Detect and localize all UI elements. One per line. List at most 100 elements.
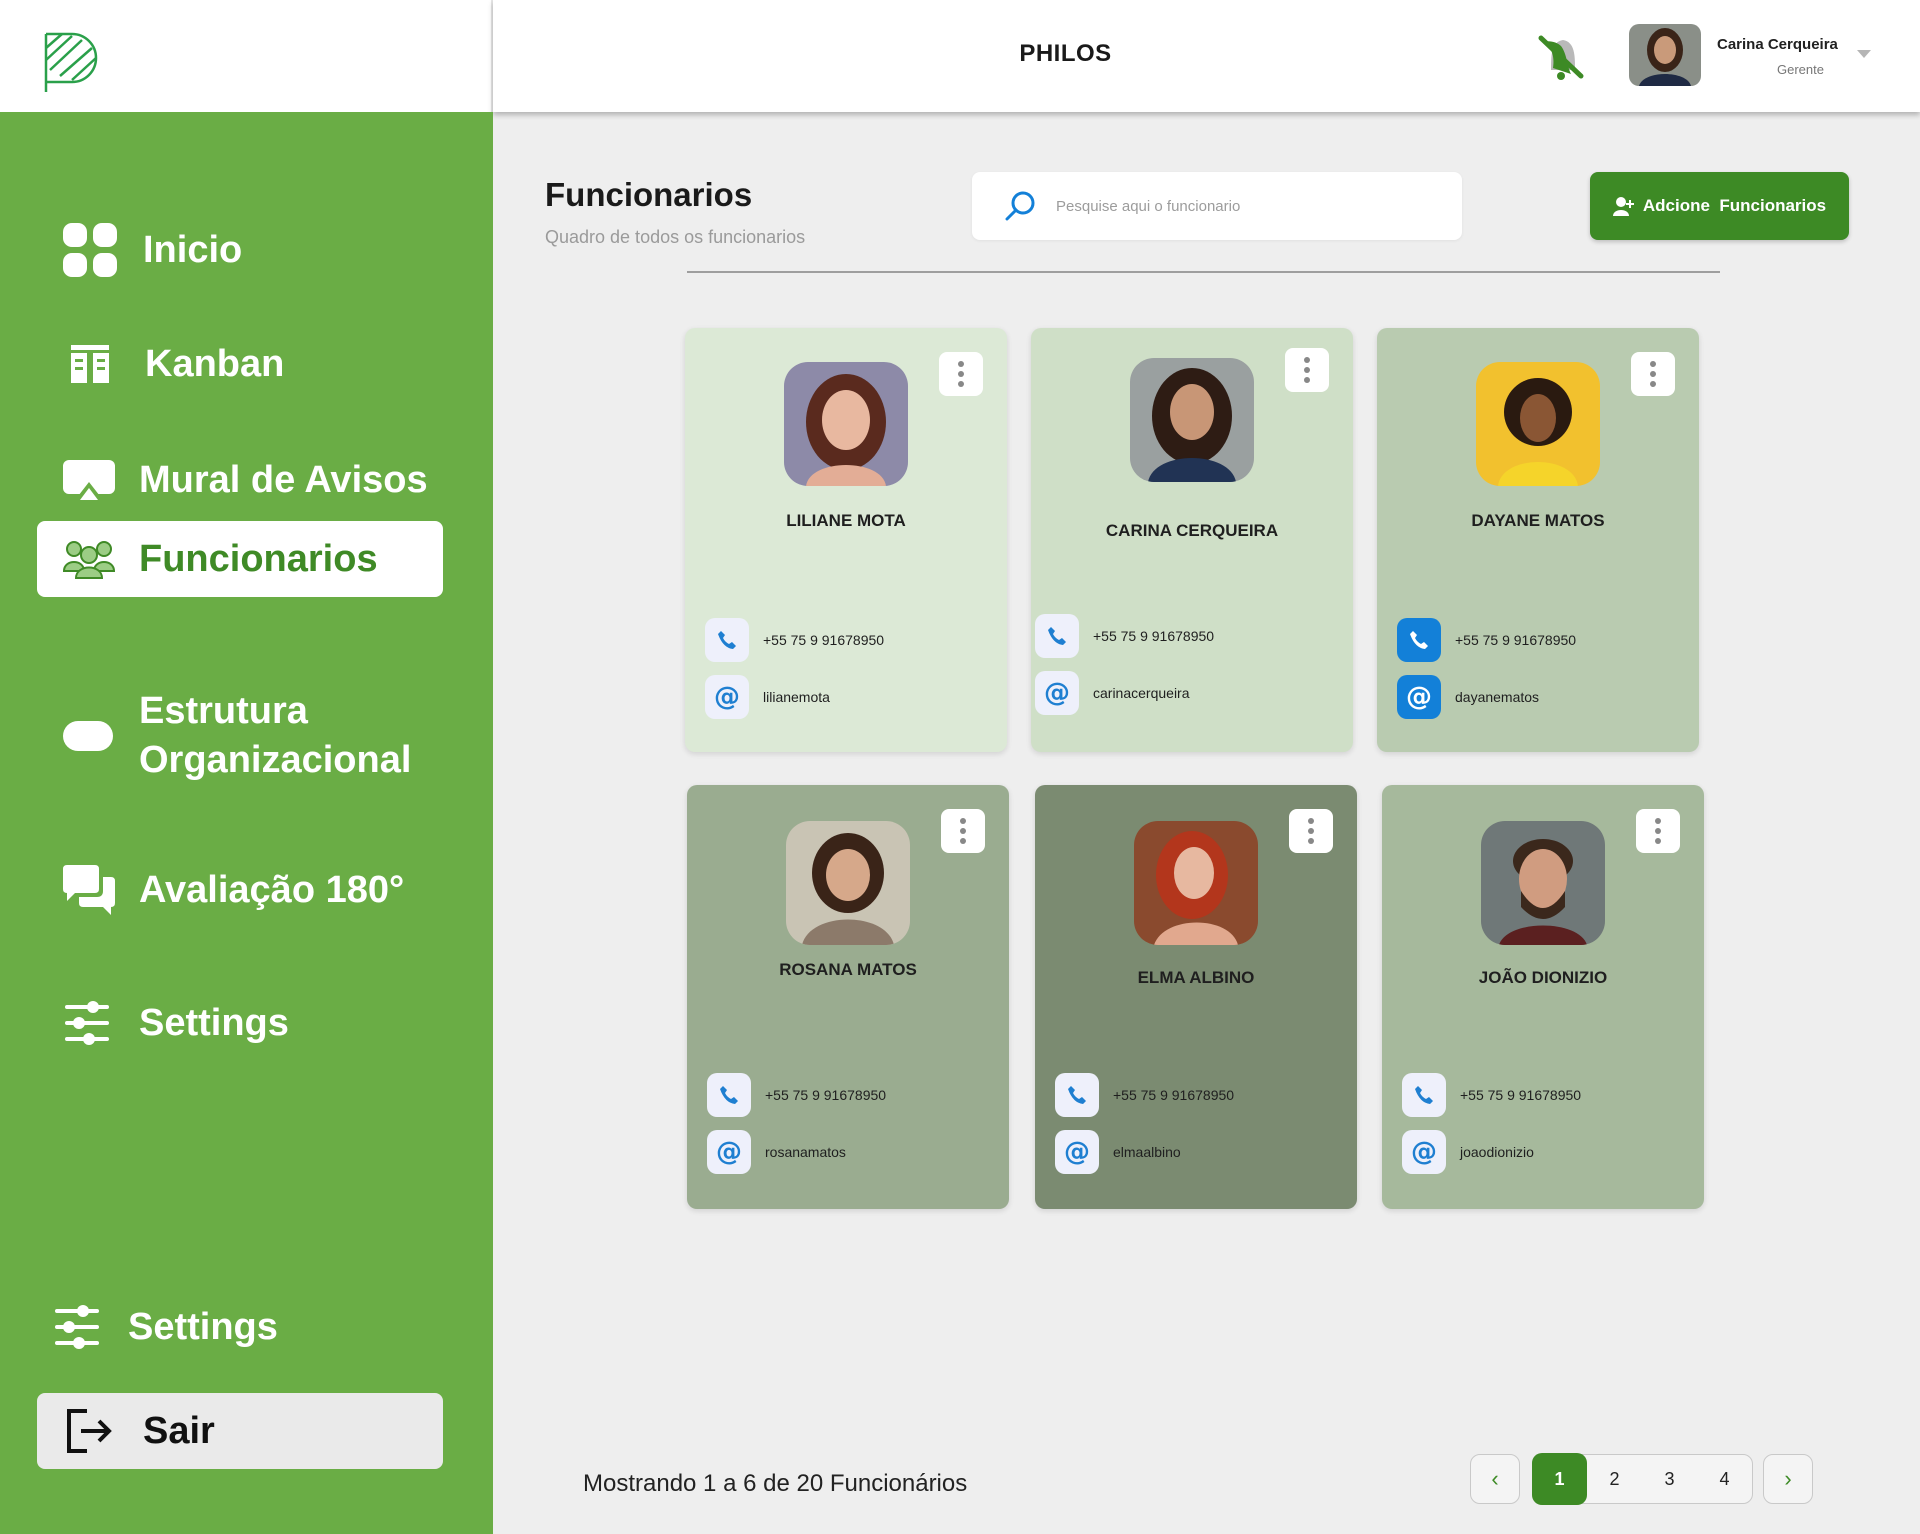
logout-label: Sair bbox=[143, 1409, 215, 1452]
phone-number: +55 75 9 91678950 bbox=[763, 632, 885, 648]
employee-name: JOÃO DIONIZIO bbox=[1478, 968, 1608, 987]
employee-email: @ rosanamatos bbox=[707, 1130, 846, 1174]
pill-icon bbox=[63, 721, 113, 751]
phone-icon[interactable] bbox=[1402, 1073, 1446, 1117]
phone-icon[interactable] bbox=[705, 618, 749, 662]
sidebar-item-kanban[interactable]: Kanban bbox=[37, 326, 443, 402]
notice-board-icon bbox=[63, 460, 115, 500]
at-icon[interactable]: @ bbox=[1397, 675, 1441, 719]
results-summary: Mostrando 1 a 6 de 20 Funcionários bbox=[583, 1470, 968, 1497]
employee-photo bbox=[1481, 821, 1605, 945]
page-4-button[interactable]: 4 bbox=[1697, 1454, 1752, 1504]
divider bbox=[687, 271, 1720, 273]
employee-email: @ carinacerqueira bbox=[1035, 671, 1190, 715]
page-2-button[interactable]: 2 bbox=[1587, 1454, 1642, 1504]
sidebar-item-estrutura[interactable]: Estrutura Organizacional bbox=[37, 674, 443, 798]
more-options-icon[interactable] bbox=[939, 352, 983, 396]
employee-name: CARINA CERQUEIRA bbox=[1105, 521, 1279, 540]
employee-card[interactable]: ROSANA MATOS +55 75 9 91678950 @ rosanam… bbox=[687, 785, 1009, 1209]
add-employee-label: Adcione Funcionarios bbox=[1642, 196, 1827, 215]
sidebar-item-funcionarios[interactable]: Funcionarios bbox=[37, 521, 443, 597]
sidebar-item-label: Funcionarios bbox=[139, 537, 378, 580]
at-icon[interactable]: @ bbox=[705, 675, 749, 719]
more-options-icon[interactable] bbox=[1631, 352, 1675, 396]
chevron-left-icon: ‹ bbox=[1491, 1466, 1499, 1491]
search-icon bbox=[1005, 191, 1035, 221]
more-options-icon[interactable] bbox=[941, 809, 985, 853]
page-3-button[interactable]: 3 bbox=[1642, 1454, 1697, 1504]
more-options-icon[interactable] bbox=[1289, 809, 1333, 853]
sidebar-item-label: Inicio bbox=[143, 228, 243, 271]
top-header: PHILOS Carina Cerqueira Gerente bbox=[493, 0, 1920, 112]
chevron-right-icon: › bbox=[1784, 1466, 1792, 1491]
employee-phone: +55 75 9 91678950 bbox=[1397, 618, 1576, 662]
at-icon[interactable]: @ bbox=[1402, 1130, 1446, 1174]
add-employee-button[interactable]: Adcione Funcionarios bbox=[1590, 172, 1849, 240]
more-options-icon[interactable] bbox=[1636, 809, 1680, 853]
logout-button[interactable]: Sair bbox=[37, 1393, 443, 1469]
users-icon bbox=[63, 541, 115, 579]
phone-icon[interactable] bbox=[1397, 618, 1441, 662]
sidebar-item-label: Avaliação 180° bbox=[139, 868, 405, 911]
username: carinacerqueira bbox=[1093, 685, 1190, 701]
sliders-icon bbox=[55, 1305, 99, 1349]
employee-photo bbox=[786, 821, 910, 945]
sidebar-item-label: Settings bbox=[128, 1305, 278, 1348]
employee-card[interactable]: ELMA ALBINO +55 75 9 91678950 @ elmaalbi… bbox=[1035, 785, 1357, 1209]
employee-phone: +55 75 9 91678950 bbox=[707, 1073, 886, 1117]
phone-number: +55 75 9 91678950 bbox=[1460, 1087, 1582, 1103]
chat-bubbles-icon bbox=[63, 865, 115, 915]
kanban-icon bbox=[71, 345, 109, 383]
user-role: Gerente bbox=[1777, 62, 1824, 77]
sidebar-bottom-settings[interactable]: Settings bbox=[37, 1289, 443, 1365]
at-icon[interactable]: @ bbox=[1055, 1130, 1099, 1174]
employee-phone: +55 75 9 91678950 bbox=[705, 618, 884, 662]
employee-email: @ elmaalbino bbox=[1055, 1130, 1181, 1174]
sidebar-item-label: Estrutura Organizacional bbox=[139, 690, 412, 781]
employee-name: LILIANE MOTA bbox=[786, 511, 906, 530]
employee-name: ROSANA MATOS bbox=[779, 960, 917, 979]
search-box[interactable] bbox=[972, 172, 1462, 240]
employee-email: @ lilianemota bbox=[705, 675, 830, 719]
bell-muted-icon[interactable] bbox=[1533, 30, 1589, 82]
employee-name: DAYANE MATOS bbox=[1471, 511, 1605, 530]
sidebar-item-settings[interactable]: Settings bbox=[37, 985, 443, 1061]
username: elmaalbino bbox=[1113, 1144, 1181, 1160]
more-options-icon[interactable] bbox=[1285, 348, 1329, 392]
user-name: Carina Cerqueira bbox=[1717, 36, 1838, 53]
sidebar-item-inicio[interactable]: Inicio bbox=[37, 212, 443, 288]
user-avatar[interactable] bbox=[1629, 24, 1701, 86]
username: joaodionizio bbox=[1460, 1144, 1534, 1160]
page-subtitle: Quadro de todos os funcionarios bbox=[545, 227, 806, 247]
employee-photo bbox=[1476, 362, 1600, 486]
username: lilianemota bbox=[763, 689, 830, 705]
page-title: Funcionarios bbox=[545, 176, 753, 213]
philos-logo-icon bbox=[44, 32, 98, 92]
at-icon[interactable]: @ bbox=[1035, 671, 1079, 715]
sliders-icon bbox=[65, 1001, 109, 1045]
chevron-down-icon[interactable] bbox=[1857, 50, 1871, 58]
next-page-button[interactable]: › bbox=[1763, 1454, 1813, 1504]
search-input[interactable] bbox=[1056, 192, 1436, 220]
phone-number: +55 75 9 91678950 bbox=[1113, 1087, 1235, 1103]
employee-email: @ joaodionizio bbox=[1402, 1130, 1534, 1174]
employee-card[interactable]: DAYANE MATOS +55 75 9 91678950 @ dayanem… bbox=[1377, 328, 1699, 752]
username: rosanamatos bbox=[765, 1144, 846, 1160]
pagination: ‹ 1 2 3 4 › bbox=[1470, 1453, 1813, 1505]
employee-card[interactable]: CARINA CERQUEIRA +55 75 9 91678950 @ car… bbox=[1031, 328, 1353, 752]
at-icon[interactable]: @ bbox=[707, 1130, 751, 1174]
username: dayanematos bbox=[1455, 689, 1540, 705]
sidebar-item-avaliacao[interactable]: Avaliação 180° bbox=[37, 852, 443, 928]
phone-number: +55 75 9 91678950 bbox=[1093, 628, 1215, 644]
employee-card[interactable]: LILIANE MOTA +55 75 9 91678950 @ liliane… bbox=[685, 328, 1007, 752]
employee-card[interactable]: JOÃO DIONIZIO +55 75 9 91678950 @ joaodi… bbox=[1382, 785, 1704, 1209]
phone-icon[interactable] bbox=[1055, 1073, 1099, 1117]
phone-icon[interactable] bbox=[1035, 614, 1079, 658]
user-add-icon bbox=[1612, 197, 1634, 216]
prev-page-button[interactable]: ‹ bbox=[1470, 1454, 1520, 1504]
page-1-button[interactable]: 1 bbox=[1532, 1453, 1587, 1505]
sidebar-item-mural[interactable]: Mural de Avisos bbox=[37, 442, 443, 518]
logo-area bbox=[0, 0, 493, 112]
logout-icon bbox=[67, 1409, 112, 1453]
phone-icon[interactable] bbox=[707, 1073, 751, 1117]
